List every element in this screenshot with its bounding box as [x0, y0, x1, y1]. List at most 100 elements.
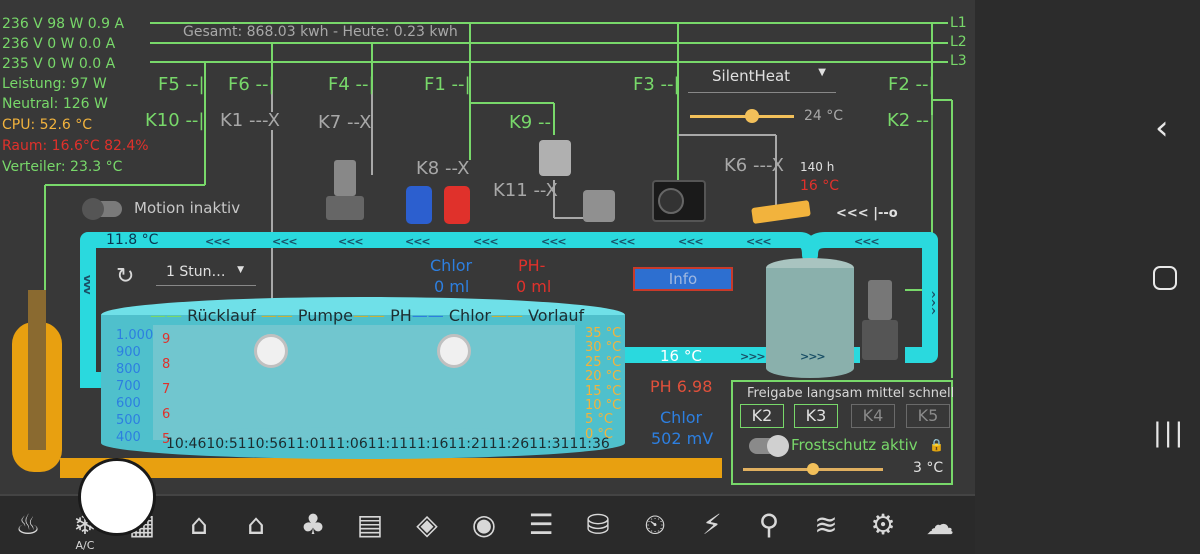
pressure-gauge-icon	[437, 334, 471, 368]
frost-temp-slider[interactable]	[743, 463, 883, 475]
chart-time-axis: 10:4610:5110:5611:0111:0611:1111:1611:21…	[166, 436, 610, 452]
ph-dosing-label: PH-	[518, 256, 546, 275]
water-chlor-label: Chlor	[660, 408, 703, 427]
house-up-icon[interactable]: ⌂	[236, 506, 276, 544]
temp-axis-tick: 10 °C	[585, 398, 622, 414]
back-icon[interactable]: ‹	[1155, 108, 1169, 148]
recents-icon[interactable]: |||	[1153, 418, 1185, 448]
fuse-f3[interactable]: F3 --|	[633, 74, 680, 95]
relay-k1-label: K1	[220, 110, 244, 131]
chlor-axis-tick: 1.000	[116, 328, 154, 343]
gear-icon[interactable]: ⚙	[863, 506, 903, 544]
neutral-reading: Neutral: 126 W	[2, 96, 108, 112]
relay-k10[interactable]: K10 --|	[145, 110, 205, 131]
toggle-knob	[767, 435, 789, 457]
weather-lightning-icon[interactable]: ⚡	[692, 506, 732, 544]
dosing-device-2-icon	[583, 190, 615, 222]
house-ground-icon[interactable]: ⌂	[179, 506, 219, 544]
cpu-temp: CPU: 52.6 °C	[2, 117, 93, 133]
phase-l2-label: L2	[950, 34, 967, 50]
pipe-arrow: <<<	[541, 235, 567, 248]
speed-k5-button[interactable]: K5	[906, 404, 950, 428]
fuse-f2[interactable]: F2 --|	[888, 74, 935, 95]
chlor-dosing-label: Chlor	[430, 256, 473, 275]
solar-flow-indicator: <<< |--o	[836, 206, 898, 221]
chart-range-value: 1 Stun…	[166, 264, 226, 280]
relay-k6-label: K6	[724, 155, 748, 176]
pipe-arrow: >>>	[800, 350, 826, 363]
chart-axis-ph: 98765	[162, 327, 176, 452]
heating-icon[interactable]: ♨	[8, 506, 48, 544]
ph-axis-tick: 6	[162, 407, 171, 422]
relay-k2[interactable]: K2 --|	[887, 110, 935, 131]
leistung-reading: Leistung: 97 W	[2, 76, 107, 92]
speed-k3-button[interactable]: K3	[794, 404, 838, 428]
phase-l1-label: L1	[950, 15, 967, 31]
ph-axis-tick: 8	[162, 357, 171, 372]
pump-k7-icon	[318, 160, 373, 225]
home-icon[interactable]	[1153, 266, 1177, 290]
tree-icon[interactable]: ♣	[293, 506, 333, 544]
relay-k7[interactable]: K7 --X	[318, 112, 371, 133]
shield-icon[interactable]: ◈	[407, 506, 447, 544]
solar-temp: 16 °C	[800, 178, 840, 194]
chevron-down-icon: ▼	[818, 67, 826, 78]
ph-canister-icon	[444, 186, 470, 224]
relay-k11[interactable]: K11 --X	[493, 180, 558, 201]
fuse-f3-label: F3	[633, 74, 655, 95]
frost-label: Frostschutz aktiv	[791, 436, 918, 454]
l2-reading: 236 V 0 W 0.0 A	[2, 36, 116, 52]
chlor-axis-tick: 400	[116, 430, 141, 445]
ph-axis-tick: 7	[162, 382, 171, 397]
return-temp: 11.8 °C	[106, 232, 159, 248]
pipe-arrow: <<<	[610, 235, 636, 248]
heatpump-setpoint-slider[interactable]	[690, 109, 794, 123]
chart-axis-chlor: 1.000 900 800 700 600 500 400	[116, 327, 154, 446]
pump-panel-title: Freigabe langsam mittel schnell	[747, 386, 955, 401]
relay-k1[interactable]: K1 ---X	[220, 110, 280, 131]
lock-icon: 🔒	[929, 438, 944, 452]
refresh-icon[interactable]: ↻	[116, 264, 134, 289]
fuse-f6[interactable]: F6 --|	[228, 74, 275, 95]
document-list-icon[interactable]: ▤	[350, 506, 390, 544]
speed-k2-button[interactable]: K2	[740, 404, 784, 428]
fuse-f5[interactable]: F5 --|	[158, 74, 205, 95]
relay-k9[interactable]: K9 --|	[509, 112, 557, 133]
legend-pumpe: Pumpe	[297, 306, 353, 325]
l3-reading: 235 V 0 W 0.0 A	[2, 56, 116, 72]
frost-toggle[interactable]	[749, 435, 789, 457]
chlor-axis-tick: 800	[116, 362, 141, 377]
pool-icon[interactable]: ≋	[806, 506, 846, 544]
temp-axis-tick: 5 °C	[585, 412, 613, 428]
database-sync-icon[interactable]: ⛁	[578, 506, 618, 544]
pipe-arrow: ^^^	[924, 290, 937, 315]
water-tap-icon[interactable]: ⚲	[749, 506, 789, 544]
pipe-arrow: <<<	[678, 235, 704, 248]
pipe-arrow: <<<	[746, 235, 772, 248]
slider-thumb[interactable]	[807, 463, 819, 475]
heatpump-mode-select[interactable]: SilentHeat ▼	[688, 67, 836, 93]
floating-action-button[interactable]	[78, 458, 156, 536]
chart-range-select[interactable]: 1 Stun… ▼	[156, 264, 256, 286]
webcam-icon[interactable]: ◉	[464, 506, 504, 544]
fuse-f2-label: F2	[888, 74, 910, 95]
info-button[interactable]: Info	[633, 267, 733, 291]
water-ph: PH 6.98	[650, 377, 713, 396]
energy-summary: Gesamt: 868.03 kwh - Heute: 0.23 kwh	[180, 24, 461, 40]
speed-k4-button[interactable]: K4	[851, 404, 895, 428]
rain-cloud-icon[interactable]: ☁	[920, 506, 960, 544]
ac-label: A/C	[75, 539, 95, 552]
relay-k8[interactable]: K8 --X	[416, 158, 469, 179]
relay-k2-label: K2	[887, 110, 911, 131]
list-icon[interactable]: ☰	[521, 506, 561, 544]
pipe-arrow: <<<	[854, 235, 880, 248]
relay-k6[interactable]: K6 ---X	[724, 155, 784, 176]
l1-reading: 236 V 98 W 0.9 A	[2, 16, 125, 32]
motion-toggle[interactable]	[82, 198, 122, 220]
legend-chlor: Chlor	[448, 306, 491, 325]
filter-pump-icon	[858, 280, 904, 368]
fuse-f1[interactable]: F1 --|	[424, 74, 471, 95]
clock-display-icon[interactable]: ⏲	[635, 506, 675, 544]
temp-axis-tick: 15 °C	[585, 383, 622, 399]
fuse-f4[interactable]: F4 --|	[328, 74, 375, 95]
